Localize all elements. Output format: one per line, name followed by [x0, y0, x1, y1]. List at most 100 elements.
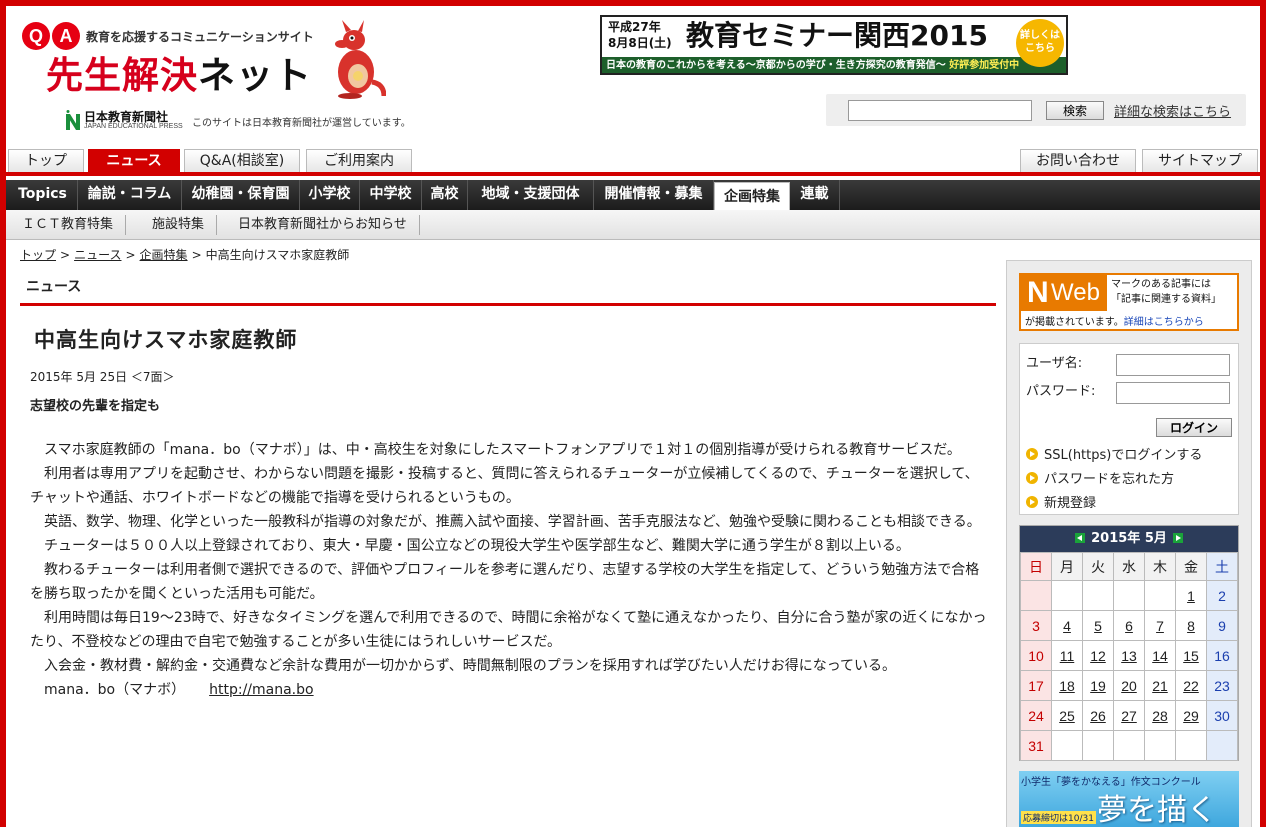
category-series[interactable]: 連載: [790, 180, 840, 210]
banner-title: 教育セミナー関西2015: [686, 19, 988, 52]
calendar-day[interactable]: 1: [1175, 580, 1207, 611]
calendar-day-link[interactable]: 7: [1156, 618, 1164, 634]
site-logo[interactable]: Q A 教育を応援するコミュニケーションサイト 先生解決ネット 日本教育新聞社 …: [16, 14, 416, 134]
calendar-day[interactable]: 11: [1051, 640, 1083, 671]
login-button[interactable]: ログイン: [1156, 418, 1232, 437]
calendar-day-link[interactable]: 6: [1125, 618, 1133, 634]
calendar-day: [1051, 580, 1083, 611]
subcategory-announcements[interactable]: 日本教育新聞社からお知らせ: [238, 215, 420, 235]
nweb-details-link[interactable]: 詳細はこちらから: [1124, 317, 1204, 328]
advanced-search-link[interactable]: 詳細な検索はこちら: [1114, 101, 1231, 120]
calendar-day[interactable]: 13: [1113, 640, 1145, 671]
nweb-text-line: が掲載されています。詳細はこちらから: [1025, 313, 1204, 328]
breadcrumb-features[interactable]: 企画特集: [140, 248, 188, 262]
calendar-day[interactable]: 20: [1113, 670, 1145, 701]
ssl-login-link[interactable]: SSL(https)でログインする: [1026, 444, 1202, 463]
article: 中高生向けスマホ家庭教師 2015年 5月 25日 ＜7面＞ 志望校の先輩を指定…: [30, 324, 990, 702]
breadcrumb-separator: >: [125, 248, 136, 262]
calendar-day[interactable]: 21: [1144, 670, 1176, 701]
calendar-day[interactable]: 28: [1144, 700, 1176, 731]
calendar-prev-icon[interactable]: [1075, 533, 1086, 543]
tab-sitemap[interactable]: サイトマップ: [1142, 149, 1258, 172]
calendar-weekday: 木: [1144, 552, 1176, 581]
calendar-day-link[interactable]: 15: [1183, 648, 1199, 664]
password-input[interactable]: [1116, 382, 1230, 404]
calendar-day[interactable]: 8: [1175, 610, 1207, 641]
qa-q-circle: Q: [22, 22, 50, 50]
arrow-bullet-icon: [1026, 496, 1038, 508]
calendar-day-link[interactable]: 29: [1183, 708, 1199, 724]
calendar-day[interactable]: 15: [1175, 640, 1207, 671]
tab-qa[interactable]: Q&A(相談室): [184, 149, 300, 172]
calendar-day[interactable]: 27: [1113, 700, 1145, 731]
banner-details-badge[interactable]: 詳しくは こちら: [1016, 19, 1064, 67]
subcategory-ict[interactable]: ＩＣＴ教育特集: [22, 215, 127, 235]
calendar-day-link[interactable]: 8: [1187, 618, 1195, 634]
forgot-password-link[interactable]: パスワードを忘れた方: [1026, 468, 1174, 487]
calendar-day-link[interactable]: 26: [1090, 708, 1106, 724]
calendar-day-link[interactable]: 11: [1060, 648, 1075, 664]
username-label: ユーザ名:: [1026, 356, 1083, 371]
category-elementary[interactable]: 小学校: [300, 180, 360, 210]
calendar-day[interactable]: 29: [1175, 700, 1207, 731]
breadcrumb-top[interactable]: トップ: [20, 248, 56, 262]
register-link[interactable]: 新規登録: [1026, 492, 1096, 511]
calendar-day-link[interactable]: 19: [1090, 678, 1106, 694]
article-paragraph: スマホ家庭教師の「mana．bo（マナボ）」は、中・高校生を対象にしたスマートフ…: [44, 442, 961, 458]
tab-contact[interactable]: お問い合わせ: [1020, 149, 1136, 172]
calendar-day-link[interactable]: 22: [1183, 678, 1199, 694]
calendar-day[interactable]: 6: [1113, 610, 1145, 641]
category-junior-high[interactable]: 中学校: [360, 180, 422, 210]
calendar-day-link[interactable]: 14: [1152, 648, 1168, 664]
calendar-day-link[interactable]: 25: [1059, 708, 1075, 724]
calendar-day[interactable]: 19: [1082, 670, 1114, 701]
category-editorial[interactable]: 論説・コラム: [78, 180, 182, 210]
calendar-day-link[interactable]: 4: [1063, 618, 1071, 634]
calendar-day-link[interactable]: 28: [1152, 708, 1168, 724]
breadcrumb-news[interactable]: ニュース: [74, 248, 121, 262]
calendar-weekday: 火: [1082, 552, 1114, 581]
calendar-next-icon[interactable]: [1172, 533, 1183, 543]
calendar-day[interactable]: 12: [1082, 640, 1114, 671]
banner-subtext-highlight: 好評参加受付中: [949, 60, 1020, 71]
calendar-day: [1082, 730, 1114, 761]
calendar-day[interactable]: 5: [1082, 610, 1114, 641]
category-topics[interactable]: Topics: [8, 180, 78, 210]
article-source-link[interactable]: http://mana.bo: [209, 682, 313, 698]
calendar-day[interactable]: 26: [1082, 700, 1114, 731]
tab-top[interactable]: トップ: [8, 149, 84, 172]
essay-contest-banner[interactable]: 小学生「夢をかなえる」作文コンクール 夢を描く 応募締切は10/31: [1019, 771, 1239, 827]
category-events[interactable]: 開催情報・募集: [594, 180, 714, 210]
calendar-day[interactable]: 7: [1144, 610, 1176, 641]
calendar-day: 9: [1206, 610, 1238, 641]
calendar-day[interactable]: 18: [1051, 670, 1083, 701]
banner-top: 平成27年 8月8日(土) 教育セミナー関西2015: [602, 17, 1066, 57]
calendar-day-link[interactable]: 20: [1121, 678, 1137, 694]
category-community[interactable]: 地域・支援団体: [468, 180, 594, 210]
category-kindergarten[interactable]: 幼稚園・保育園: [182, 180, 300, 210]
seminar-banner[interactable]: 平成27年 8月8日(土) 教育セミナー関西2015 日本の教育のこれからを考え…: [600, 15, 1068, 75]
subcategory-facilities[interactable]: 施設特集: [152, 215, 218, 235]
tab-news[interactable]: ニュース: [88, 149, 180, 172]
calendar-day-link[interactable]: 5: [1094, 618, 1102, 634]
nweb-logo: N Web: [1021, 275, 1107, 311]
calendar-day[interactable]: 25: [1051, 700, 1083, 731]
calendar-day[interactable]: 4: [1051, 610, 1083, 641]
calendar-day[interactable]: 14: [1144, 640, 1176, 671]
search-input[interactable]: [848, 100, 1032, 121]
search-button[interactable]: 検索: [1046, 101, 1104, 120]
calendar-day-link[interactable]: 21: [1152, 678, 1168, 694]
calendar-day-link[interactable]: 12: [1090, 648, 1106, 664]
banner-subtext-main: 日本の教育のこれからを考える～京都からの学び・生き方探究の教育発信～: [606, 60, 946, 71]
tab-guide[interactable]: ご利用案内: [306, 149, 412, 172]
calendar-day-link[interactable]: 18: [1059, 678, 1075, 694]
category-high-school[interactable]: 高校: [422, 180, 468, 210]
calendar-day-link[interactable]: 13: [1121, 648, 1137, 664]
calendar-day-link[interactable]: 1: [1187, 588, 1195, 604]
calendar-day: 17: [1020, 670, 1052, 701]
login-box: ユーザ名: パスワード: ログイン SSL(https)でログインする パスワー…: [1019, 343, 1239, 515]
category-features[interactable]: 企画特集: [714, 182, 790, 210]
calendar-day-link[interactable]: 27: [1121, 708, 1137, 724]
calendar-day[interactable]: 22: [1175, 670, 1207, 701]
username-input[interactable]: [1116, 354, 1230, 376]
